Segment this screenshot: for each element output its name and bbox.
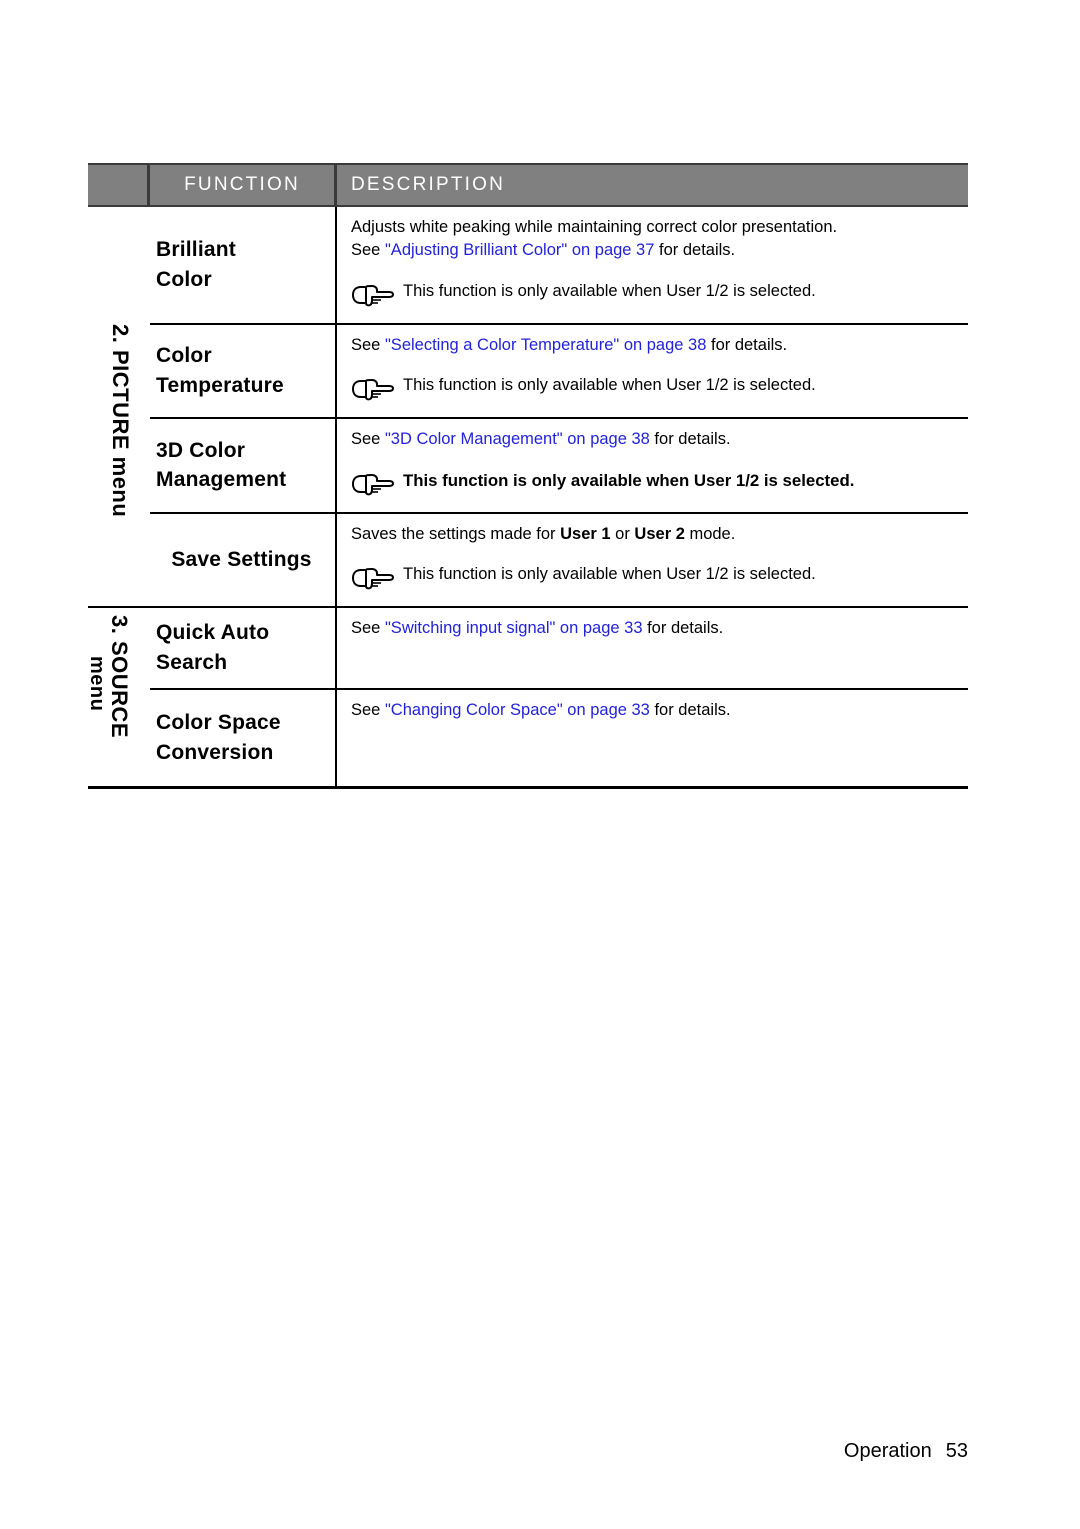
table-row: Color Space Conversion See "Changing Col… [88, 689, 968, 786]
group-label-gutter-source: 3. SOURCE menu [86, 608, 150, 738]
table-row: 2. PICTURE menu Brilliant Color Adjusts … [88, 207, 968, 517]
function-cell-save-settings: Save Settings [150, 513, 337, 607]
function-name-line: Color Space [156, 710, 281, 734]
function-description-table: FUNCTION DESCRIPTION 2. PICTURE menu Bri… [86, 163, 968, 789]
description-cell-color-space-conversion: See "Changing Color Space" on page 33 fo… [337, 690, 968, 786]
description-lead: See "Selecting a Color Temperature" on p… [351, 334, 958, 357]
see-suffix: for details. [642, 619, 724, 638]
description-lead: See "Switching input signal" on page 33 … [351, 617, 958, 640]
function-name-line: Management [156, 468, 287, 492]
cross-reference-link[interactable]: "Selecting a Color Temperature" on page … [385, 336, 706, 354]
function-cell-brilliant-color: Brilliant Color [150, 207, 337, 323]
function-cell-3d-color-management: 3D Color Management [150, 419, 337, 512]
note-block: This function is only available when Use… [351, 563, 958, 592]
function-cell-color-space-conversion: Color Space Conversion [150, 689, 337, 786]
function-cell-color-temperature: Color Temperature [150, 324, 337, 418]
sentence-prefix: Saves the settings made for [351, 524, 561, 543]
pointing-hand-icon [351, 280, 403, 309]
group-label-gutter [88, 325, 150, 417]
footer-section-label: Operation [843, 1440, 932, 1462]
description-lead: See "3D Color Management" on page 38 for… [351, 428, 958, 451]
description-cell-brilliant-color: Adjusts white peaking while maintaining … [337, 207, 968, 323]
user-1-emphasis: User 1 [560, 524, 611, 543]
footer-page-number: 53 [945, 1440, 968, 1462]
header-cell-function: FUNCTION [150, 165, 337, 205]
header-gutter-cell [88, 165, 150, 205]
see-suffix: for details. [706, 335, 788, 354]
group-label-gutter [88, 419, 150, 511]
pointing-hand-icon [351, 469, 403, 498]
note-block: This function is only available when Use… [351, 280, 958, 309]
see-prefix: See [351, 430, 385, 449]
table-row: 3D Color Management See "3D Color Manage… [88, 419, 968, 512]
page-footer: Operation 53 [0, 1440, 968, 1463]
cross-reference-link[interactable]: "Adjusting Brilliant Color" on page 37 [385, 241, 654, 259]
cross-reference-link[interactable]: "Switching input signal" on page 33 [385, 619, 643, 637]
header-label-function: FUNCTION [184, 174, 300, 195]
description-cell-save-settings: Saves the settings made for User 1 or Us… [337, 514, 968, 606]
function-name-line: Conversion [156, 740, 274, 764]
function-name-line: Temperature [156, 374, 284, 398]
group-label-gutter [88, 514, 150, 606]
header-cell-description: DESCRIPTION [337, 165, 968, 205]
see-suffix: for details. [654, 241, 736, 260]
description-sentence: Adjusts white peaking while maintaining … [351, 218, 838, 236]
function-name-line: Color [156, 267, 212, 291]
see-prefix: See [351, 335, 385, 354]
note-text: This function is only available when Use… [403, 565, 816, 584]
header-label-description: DESCRIPTION [351, 174, 506, 195]
see-prefix: See [351, 619, 385, 638]
description-lead: Saves the settings made for User 1 or Us… [351, 523, 958, 546]
function-name-line: Color [156, 344, 212, 368]
description-lead: Adjusts white peaking while maintaining … [351, 216, 958, 263]
document-page: FUNCTION DESCRIPTION 2. PICTURE menu Bri… [0, 0, 1080, 1529]
see-prefix: See [351, 700, 385, 719]
function-name-line: Brilliant [156, 238, 236, 262]
function-name-line: Save Settings [171, 547, 312, 571]
description-cell-3d-color-management: See "3D Color Management" on page 38 for… [337, 419, 968, 511]
function-cell-quick-auto-search: Quick Auto Search [150, 608, 337, 688]
description-cell-quick-auto-search: See "Switching input signal" on page 33 … [337, 608, 968, 688]
note-text: This function is only available when Use… [403, 470, 855, 490]
note-block: This function is only available when Use… [351, 374, 958, 403]
table-row: 3. SOURCE menu Quick Auto Search See "Sw… [86, 608, 968, 738]
cross-reference-link[interactable]: "Changing Color Space" on page 33 [385, 701, 650, 719]
table-header-row: FUNCTION DESCRIPTION [88, 163, 968, 207]
note-text: This function is only available when Use… [403, 281, 816, 300]
pointing-hand-icon [351, 374, 403, 403]
note-text: This function is only available when Use… [403, 376, 816, 395]
description-cell-color-temperature: See "Selecting a Color Temperature" on p… [337, 325, 968, 417]
table-row: Color Temperature See "Selecting a Color… [88, 324, 968, 418]
function-name-line: 3D Color [156, 438, 246, 462]
note-block: This function is only available when Use… [351, 469, 958, 498]
function-name-line: Quick Auto [156, 621, 270, 645]
see-suffix: for details. [649, 700, 731, 719]
user-2-emphasis: User 2 [634, 524, 685, 543]
description-lead: See "Changing Color Space" on page 33 fo… [351, 699, 958, 722]
group-label-gutter-picture: 2. PICTURE menu [88, 207, 150, 517]
see-suffix: for details. [649, 430, 731, 449]
function-name-line: Search [156, 650, 228, 674]
sentence-suffix: mode. [684, 524, 736, 543]
table-body: 2. PICTURE menu Brilliant Color Adjusts … [86, 207, 968, 789]
cross-reference-link[interactable]: "3D Color Management" on page 38 [385, 430, 650, 448]
see-prefix: See [351, 241, 385, 260]
pointing-hand-icon [351, 563, 403, 592]
table-row: Save Settings Saves the settings made fo… [88, 513, 968, 607]
sentence-middle: or [610, 524, 635, 543]
group-label-gutter [88, 690, 150, 786]
